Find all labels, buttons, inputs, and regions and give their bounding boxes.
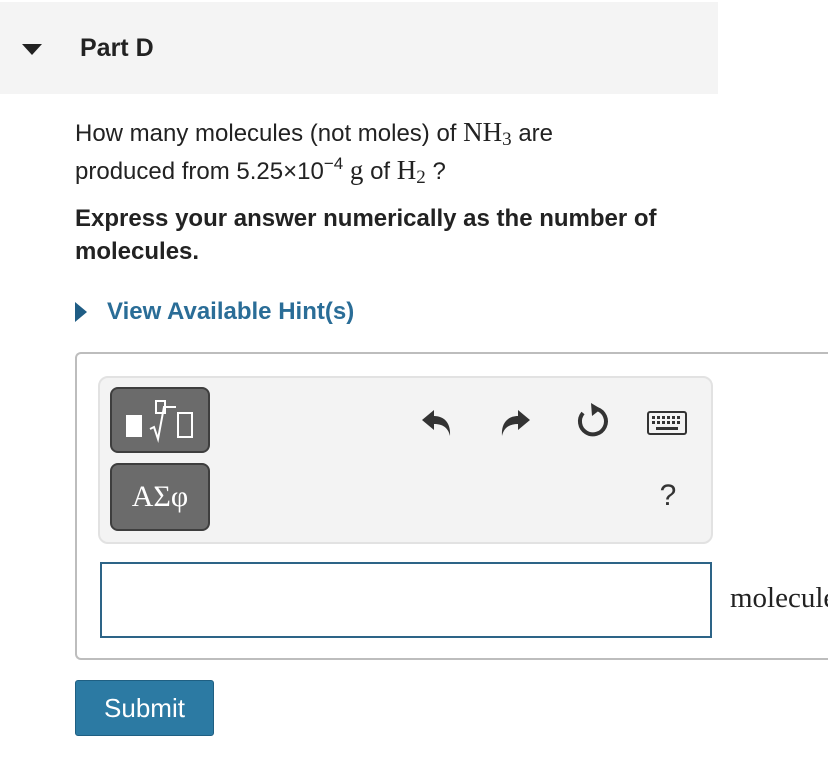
view-hints-toggle[interactable]: View Available Hint(s) xyxy=(75,296,354,328)
question-text-end: ? xyxy=(432,158,446,185)
answer-units: molecules xyxy=(730,582,828,614)
keyboard-button[interactable] xyxy=(644,408,690,440)
undo-button[interactable] xyxy=(418,400,458,444)
question-text: How many molecules (not moles) of NH3 ar… xyxy=(75,114,715,190)
undo-icon xyxy=(422,410,451,436)
compound-nh3-subscript: 3 xyxy=(502,129,512,150)
answer-input[interactable] xyxy=(100,562,712,638)
part-title: Part D xyxy=(80,34,154,62)
submit-button[interactable]: Submit xyxy=(75,680,214,736)
question-text-middle1: are xyxy=(518,120,553,147)
compound-h2-subscript: 2 xyxy=(416,167,426,188)
greek-symbols-label: ΑΣφ xyxy=(131,480,189,513)
greek-symbols-button[interactable]: ΑΣφ xyxy=(110,463,210,531)
part-header[interactable]: Part D xyxy=(0,2,718,94)
expand-triangle-icon[interactable] xyxy=(75,302,87,322)
answer-instruction: Express your answer numerically as the n… xyxy=(75,205,657,265)
question-text-middle2: produced from 5.25×10 xyxy=(75,158,324,185)
compound-nh3-base: NH xyxy=(463,117,503,147)
templates-icon xyxy=(126,400,193,443)
compound-nh3: NH3 xyxy=(463,117,512,150)
help-button[interactable]: ? xyxy=(652,476,684,516)
exponent: −4 xyxy=(323,154,344,173)
reset-button[interactable] xyxy=(570,400,614,444)
units-clip: molecules xyxy=(730,570,828,630)
compound-h2-base: H xyxy=(396,155,417,185)
redo-icon xyxy=(501,410,530,436)
templates-button[interactable] xyxy=(110,387,210,453)
redo-button[interactable] xyxy=(494,400,534,444)
view-hints-label[interactable]: View Available Hint(s) xyxy=(107,298,354,326)
keyboard-icon xyxy=(647,411,687,435)
collapse-triangle-icon[interactable] xyxy=(22,44,42,55)
unit-gram: g xyxy=(349,155,364,185)
compound-h2: H2 xyxy=(396,155,426,188)
reset-icon xyxy=(577,403,608,437)
question-text-before: How many molecules (not moles) of xyxy=(75,120,457,147)
question-text-of: of xyxy=(370,158,391,185)
